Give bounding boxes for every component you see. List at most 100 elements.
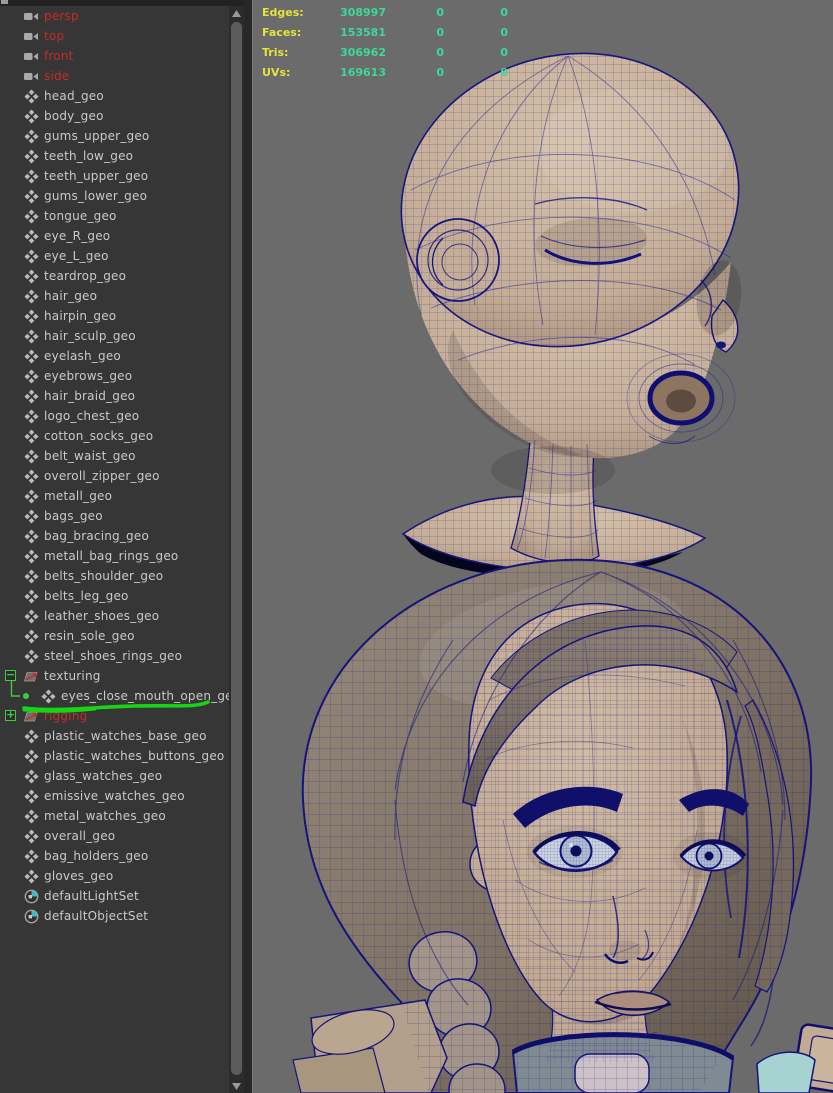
- outliner-item-gloves_geo[interactable]: gloves_geo: [0, 866, 229, 886]
- outliner-item-label: gums_upper_geo: [44, 129, 149, 143]
- camera-icon: [23, 8, 39, 24]
- camera-icon: [23, 28, 39, 44]
- viewport-canvas[interactable]: [253, 0, 833, 1093]
- outliner-item-label: head_geo: [44, 89, 104, 103]
- mesh-icon: [23, 588, 39, 604]
- outliner-item-bag_bracing_geo[interactable]: bag_bracing_geo: [0, 526, 229, 546]
- mesh-icon: [23, 648, 39, 664]
- hud-col3: 0: [444, 46, 508, 59]
- panel-corner-glyph: [1, 0, 8, 4]
- scrollbar-down-arrow-icon[interactable]: [229, 1079, 244, 1093]
- model-head-eyes-closed: [370, 18, 770, 598]
- scrollbar-up-arrow-icon[interactable]: [229, 6, 244, 20]
- mesh-icon: [23, 148, 39, 164]
- outliner-item-tongue_geo[interactable]: tongue_geo: [0, 206, 229, 226]
- outliner-item-gums_lower_geo[interactable]: gums_lower_geo: [0, 186, 229, 206]
- outliner-item-belt_waist_geo[interactable]: belt_waist_geo: [0, 446, 229, 466]
- outliner-scrollbar[interactable]: [229, 6, 244, 1093]
- viewport-panel[interactable]: Edges: 308997 0 0 Faces: 153581 0 0 Tris…: [253, 0, 833, 1093]
- outliner-item-eyelash_geo[interactable]: eyelash_geo: [0, 346, 229, 366]
- outliner-item-label: emissive_watches_geo: [44, 789, 185, 803]
- outliner-item-eye_L_geo[interactable]: eye_L_geo: [0, 246, 229, 266]
- outliner-item-teeth_upper_geo[interactable]: teeth_upper_geo: [0, 166, 229, 186]
- outliner-item-head_geo[interactable]: head_geo: [0, 86, 229, 106]
- scrollbar-thumb[interactable]: [231, 22, 242, 1075]
- outliner-item-rigging[interactable]: +rigging: [0, 706, 229, 726]
- hud-col2: 0: [386, 26, 444, 39]
- outliner-item-bags_geo[interactable]: bags_geo: [0, 506, 229, 526]
- mesh-icon: [23, 808, 39, 824]
- outliner-item-eyes_close_mouth_open_geo[interactable]: eyes_close_mouth_open_geo: [0, 686, 229, 706]
- outliner-item-top[interactable]: top: [0, 26, 229, 46]
- outliner-item-overoll_zipper_geo[interactable]: overoll_zipper_geo: [0, 466, 229, 486]
- outliner-item-cotton_socks_geo[interactable]: cotton_socks_geo: [0, 426, 229, 446]
- outliner-item-glass_watches_geo[interactable]: glass_watches_geo: [0, 766, 229, 786]
- outliner-item-eyebrows_geo[interactable]: eyebrows_geo: [0, 366, 229, 386]
- mesh-icon: [23, 628, 39, 644]
- mesh-icon: [23, 868, 39, 884]
- mesh-icon: [23, 128, 39, 144]
- outliner-item-resin_sole_geo[interactable]: resin_sole_geo: [0, 626, 229, 646]
- hud-label: Edges:: [262, 6, 324, 19]
- outliner-item-metall_geo[interactable]: metall_geo: [0, 486, 229, 506]
- hud-value: 169613: [324, 66, 386, 79]
- hud-col2: 0: [386, 66, 444, 79]
- outliner-item-label: cotton_socks_geo: [44, 429, 153, 443]
- mesh-icon: [23, 408, 39, 424]
- outliner-item-metall_bag_rings_geo[interactable]: metall_bag_rings_geo: [0, 546, 229, 566]
- hud-col3: 0: [444, 6, 508, 19]
- outliner-item-metal_watches_geo[interactable]: metal_watches_geo: [0, 806, 229, 826]
- mesh-icon: [23, 448, 39, 464]
- camera-icon: [23, 68, 39, 84]
- outliner-item-overall_geo[interactable]: overall_geo: [0, 826, 229, 846]
- outliner-item-label: texturing: [44, 669, 101, 683]
- outliner-item-label: teeth_low_geo: [44, 149, 133, 163]
- outliner-item-bag_holders_geo[interactable]: bag_holders_geo: [0, 846, 229, 866]
- outliner-item-leather_shoes_geo[interactable]: leather_shoes_geo: [0, 606, 229, 626]
- outliner-item-steel_shoes_rings_geo[interactable]: steel_shoes_rings_geo: [0, 646, 229, 666]
- mesh-icon: [23, 488, 39, 504]
- outliner-item-plastic_watches_base_geo[interactable]: plastic_watches_base_geo: [0, 726, 229, 746]
- polycount-hud: Edges: 308997 0 0 Faces: 153581 0 0 Tris…: [262, 2, 508, 82]
- outliner-item-teardrop_geo[interactable]: teardrop_geo: [0, 266, 229, 286]
- outliner-item-texturing[interactable]: − texturing: [0, 666, 229, 686]
- outliner-item-belts_leg_geo[interactable]: belts_leg_geo: [0, 586, 229, 606]
- outliner-item-logo_chest_geo[interactable]: logo_chest_geo: [0, 406, 229, 426]
- hud-value: 308997: [324, 6, 386, 19]
- outliner-item-emissive_watches_geo[interactable]: emissive_watches_geo: [0, 786, 229, 806]
- outliner-item-side[interactable]: side: [0, 66, 229, 86]
- outliner-item-gums_upper_geo[interactable]: gums_upper_geo: [0, 126, 229, 146]
- outliner-item-label: belts_shoulder_geo: [44, 569, 163, 583]
- outliner-panel: persp top frontside head_geo body_geo gums_up…: [0, 0, 244, 1093]
- hud-row-tris: Tris: 306962 0 0: [262, 42, 508, 62]
- outliner-list: persp top frontside head_geo body_geo gums_up…: [0, 6, 229, 926]
- hud-label: Faces:: [262, 26, 324, 39]
- outliner-item-label: metal_watches_geo: [44, 809, 166, 823]
- outliner-item-hairpin_geo[interactable]: hairpin_geo: [0, 306, 229, 326]
- model-head-with-hair: [293, 555, 833, 1093]
- outliner-item-plastic_watches_buttons_geo[interactable]: plastic_watches_buttons_geo: [0, 746, 229, 766]
- outliner-item-hair_sculp_geo[interactable]: hair_sculp_geo: [0, 326, 229, 346]
- outliner-item-persp[interactable]: persp: [0, 6, 229, 26]
- outliner-item-label: teardrop_geo: [44, 269, 126, 283]
- outliner-item-label: hair_geo: [44, 289, 97, 303]
- outliner-item-label: metall_bag_rings_geo: [44, 549, 178, 563]
- hud-col3: 0: [444, 26, 508, 39]
- panel-divider[interactable]: [244, 0, 253, 1093]
- outliner-item-front[interactable]: front: [0, 46, 229, 66]
- hud-col3: 0: [444, 66, 508, 79]
- objectset-icon: [23, 888, 39, 904]
- outliner-item-teeth_low_geo[interactable]: teeth_low_geo: [0, 146, 229, 166]
- expand-toggle-icon[interactable]: +: [5, 710, 16, 721]
- collapse-toggle-icon[interactable]: −: [5, 670, 16, 681]
- mesh-icon: [23, 528, 39, 544]
- outliner-item-hair_geo[interactable]: hair_geo: [0, 286, 229, 306]
- outliner-item-defaultLightSet[interactable]: defaultLightSet: [0, 886, 229, 906]
- hud-col2: 0: [386, 6, 444, 19]
- outliner-item-belts_shoulder_geo[interactable]: belts_shoulder_geo: [0, 566, 229, 586]
- outliner-item-eye_R_geo[interactable]: eye_R_geo: [0, 226, 229, 246]
- outliner-item-body_geo[interactable]: body_geo: [0, 106, 229, 126]
- outliner-item-hair_braid_geo[interactable]: hair_braid_geo: [0, 386, 229, 406]
- outliner-item-label: top: [44, 29, 64, 43]
- outliner-item-defaultObjectSet[interactable]: defaultObjectSet: [0, 906, 229, 926]
